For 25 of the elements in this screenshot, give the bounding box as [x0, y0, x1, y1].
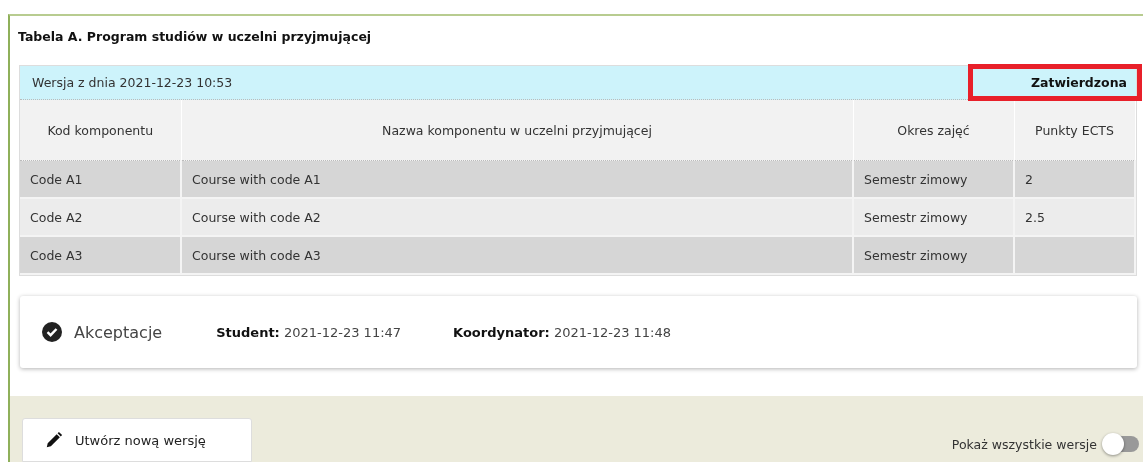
table-cell: Code A2: [20, 198, 181, 236]
acceptance-entry: Koordynator: 2021-12-23 11:48: [453, 324, 672, 340]
table-cell: Course with code A1: [181, 160, 853, 198]
column-header: Nazwa komponentu w uczelni przyjmującej: [181, 100, 853, 161]
version-label: Wersja z dnia 2021-12-23 10:53: [31, 75, 233, 90]
pencil-icon: [45, 431, 63, 449]
toggle-switch[interactable]: [1105, 436, 1139, 452]
table-cell: Semestr zimowy: [853, 160, 1014, 198]
new-version-button[interactable]: Utwórz nową wersję: [22, 418, 252, 462]
column-header: Okres zajęć: [853, 100, 1014, 161]
table-cell: Semestr zimowy: [853, 236, 1014, 274]
table-cell: Course with code A3: [181, 236, 853, 274]
table-cell: Code A3: [20, 236, 181, 274]
table-cell: Semestr zimowy: [853, 198, 1014, 236]
version-status: Zatwierdzona: [967, 64, 1142, 101]
acceptance-entry: Student: 2021-12-23 11:47: [216, 324, 402, 340]
table-cell: Code A1: [20, 160, 181, 198]
panel-title: Tabela A. Program studiów w uczelni przyjmującej: [17, 28, 373, 46]
table-cell: 2: [1014, 160, 1135, 198]
table-cell: Course with code A2: [181, 198, 853, 236]
toggle-label: Pokaż wszystkie wersje: [951, 437, 1097, 452]
acceptance-title: Akceptacje: [74, 322, 163, 342]
column-header: Punkty ECTS: [1014, 100, 1135, 161]
table-cell: 2.5: [1014, 198, 1135, 236]
column-header: Kod komponentu: [20, 100, 181, 161]
